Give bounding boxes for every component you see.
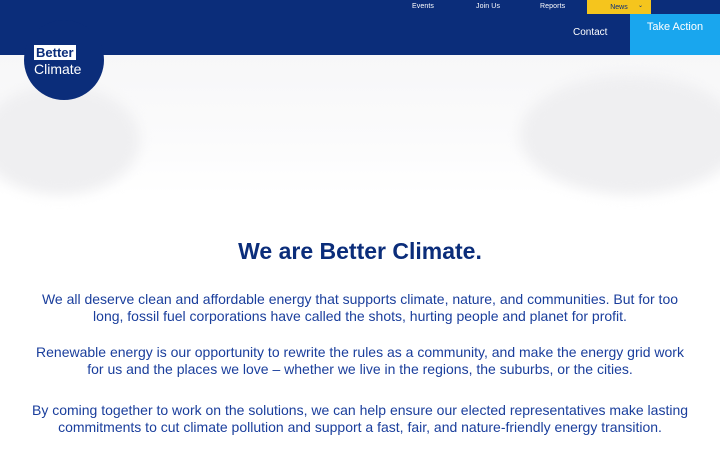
nav-join-us-link[interactable]: Join Us (476, 3, 500, 10)
nav-reports-link[interactable]: Reports (540, 3, 565, 10)
take-action-button[interactable]: Take Action (630, 14, 720, 55)
take-action-label: Take Action (646, 21, 704, 33)
site-header: Events Join Us Reports News ⌄ Contact Ta… (0, 0, 720, 55)
logo-text-climate: Climate (34, 61, 82, 77)
logo-text-better: Better (34, 45, 76, 60)
better-climate-logo[interactable]: Better Climate (24, 20, 104, 100)
intro-paragraph: We all deserve clean and affordable ener… (41, 291, 679, 324)
nav-news-label: News (610, 3, 628, 11)
page-title: We are Better Climate. (238, 238, 482, 264)
hero-shape-right (520, 75, 720, 195)
renewable-paragraph: Renewable energy is our opportunity to r… (36, 344, 684, 377)
hero-banner-image (0, 55, 720, 195)
nav-events-link[interactable]: Events (412, 3, 434, 10)
utility-nav: Events Join Us Reports News ⌄ (0, 0, 720, 14)
chevron-down-icon: ⌄ (637, 3, 643, 9)
hero-shape-left (0, 85, 140, 195)
nav-news-link[interactable]: News ⌄ (587, 0, 651, 14)
solutions-paragraph: By coming together to work on the soluti… (31, 402, 689, 435)
nav-contact-link[interactable]: Contact (573, 27, 607, 38)
